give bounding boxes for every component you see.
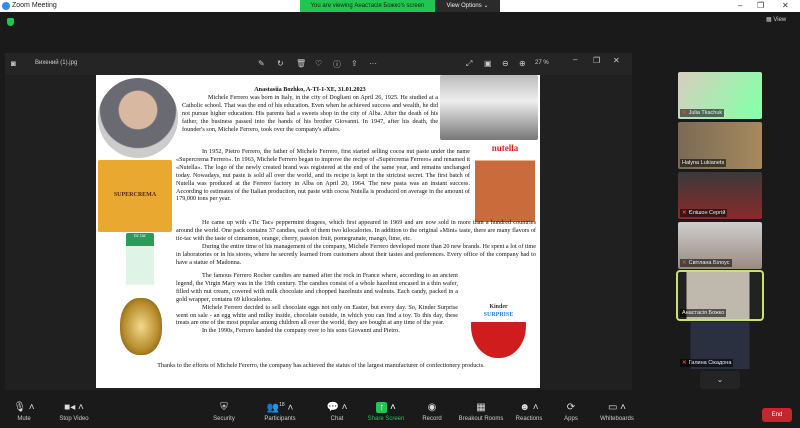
tictac-pack-image: tic tac [126,233,154,285]
paragraph-conclusion: Thanks to the efforts of Michele Fererro… [157,362,485,369]
participants-icon: 👥18 ˄ [266,402,294,414]
participant-tile[interactable]: ✕ Julia Tkachuk [678,72,762,119]
participant-name: ✕ Єлішон Сергій [680,209,728,217]
viewer-toolbar: ◙ Вихений (1).jpg ✎ ↻ 🗑 ♡ ⓘ ⇪ ··· ⤢ ▣ ⊖ … [5,53,632,75]
muted-mic-icon: ✕ [682,260,687,266]
close-button[interactable]: ✕ [782,1,789,10]
restore-button[interactable]: ❐ [757,1,764,10]
info-icon[interactable]: ⓘ [333,59,341,70]
zoom-out-icon[interactable]: ⊖ [502,59,509,68]
scroll-participants-down-button[interactable]: ⌄ [700,371,740,389]
view-button[interactable]: ▦ View [766,16,786,23]
viewer-minimize-button[interactable]: – [573,55,577,64]
fullscreen-icon[interactable]: ⤢ [466,59,472,69]
share-icon[interactable]: ⇪ [351,59,358,68]
whiteboards-button[interactable]: ▭ ˄ Whiteboards [587,402,647,422]
document-title: Anastasiia Bozhko, A-TI-1-XE, 31.01.2023 [254,86,366,93]
favorite-icon[interactable]: ♡ [315,59,322,68]
view-options-button[interactable]: View Options ⌄ [435,0,500,12]
document-image: SUPERCREMA nutella tic tac Kinder SURPRIS… [96,75,540,388]
ferrero-rocher-image [120,298,162,355]
paragraph-nutella: In 1952, Pietro Ferrero, the father of M… [176,148,470,203]
paragraph-tictac: He came up with «Tic Tac» peppermint dra… [176,219,536,242]
minimize-button[interactable]: – [738,1,742,10]
file-name: Вихений (1).jpg [35,60,78,66]
viewer-close-button[interactable]: ✕ [613,56,620,65]
participant-tile[interactable]: ✕ Світлана Білоус [678,222,762,269]
edit-icon[interactable]: ✎ [258,59,265,68]
paragraph-kinder: Michele Ferrero decided to sell chocolat… [176,303,458,327]
vintage-truck-photo [440,75,538,140]
video-camera-icon: ■◂ ˄ [64,402,84,413]
kinder-label: Kinder [489,304,508,310]
supercrema-jar-image: SUPERCREMA [98,160,172,232]
muted-mic-icon: ✕ [682,210,687,216]
shared-photo-viewer: ◙ Вихений (1).jpg ✎ ↻ 🗑 ♡ ⓘ ⇪ ··· ⤢ ▣ ⊖ … [5,53,632,390]
fit-icon[interactable]: ▣ [484,59,492,68]
participant-tile[interactable]: ✕ Галина Сікадона [678,322,762,369]
portrait-photo [98,78,178,158]
participant-tile[interactable]: ✕ Єлішон Сергій [678,172,762,219]
zoom-level: 27 % [535,60,549,66]
more-button[interactable]: ··· [369,59,377,68]
paragraph-1990s: In the 1990s, Ferrero handed the company… [202,327,400,335]
nutella-ad-image: nutella [475,143,535,222]
encryption-shield-icon[interactable] [7,18,14,26]
security-shield-icon: ⛨ [220,402,228,413]
surprise-label: SURPRISE [483,311,514,318]
photos-app-icon: ◙ [11,59,16,68]
participant-name: ✕ Світлана Білоус [680,259,732,267]
paragraph-brands: During the entire time of his management… [176,242,536,266]
participant-tile[interactable]: Halyna Lukianets [678,122,762,169]
participant-name: Анастасія Божко [680,309,727,317]
screen-share-banner: You are viewing Анастасія Божко's screen [300,0,435,12]
participant-name: ✕ Julia Tkachuk [680,109,725,117]
muted-mic-icon: ✕ [682,360,687,366]
end-meeting-button[interactable]: End [762,408,792,422]
rotate-icon[interactable]: ↻ [277,59,284,68]
zoom-logo-icon [2,2,10,10]
participant-tile-active-speaker[interactable]: Анастасія Божко [676,270,764,321]
security-button[interactable]: ⛨ Security [194,402,254,422]
window-title: Zoom Meeting [12,2,57,9]
view-label: View [773,17,787,23]
paragraph-biography: Michele Ferrero was born in Italy, in th… [182,93,438,133]
muted-mic-icon: ✕ [682,110,687,116]
participant-name: ✕ Галина Сікадона [680,359,734,367]
participants-button[interactable]: 👥18 ˄ Participants [250,402,310,422]
stop-video-button[interactable]: ■◂ ˄ Stop Video [44,402,104,422]
paragraph-rocher: The famous Ferrero Rocher candies are na… [176,272,458,303]
whiteboard-icon: ▭ ˄ [607,402,627,413]
kinder-surprise-image: Kinder SURPRISE [471,278,526,358]
delete-icon[interactable]: 🗑 [296,59,306,68]
zoom-in-icon[interactable]: ⊕ [519,59,526,68]
participant-name: Halyna Lukianets [680,159,727,167]
viewer-restore-button[interactable]: ❐ [593,56,600,65]
meeting-toolbar: 🎙 ˄ Mute ■◂ ˄ Stop Video ⛨ Security 👥18 ˄ Pa… [0,398,800,428]
